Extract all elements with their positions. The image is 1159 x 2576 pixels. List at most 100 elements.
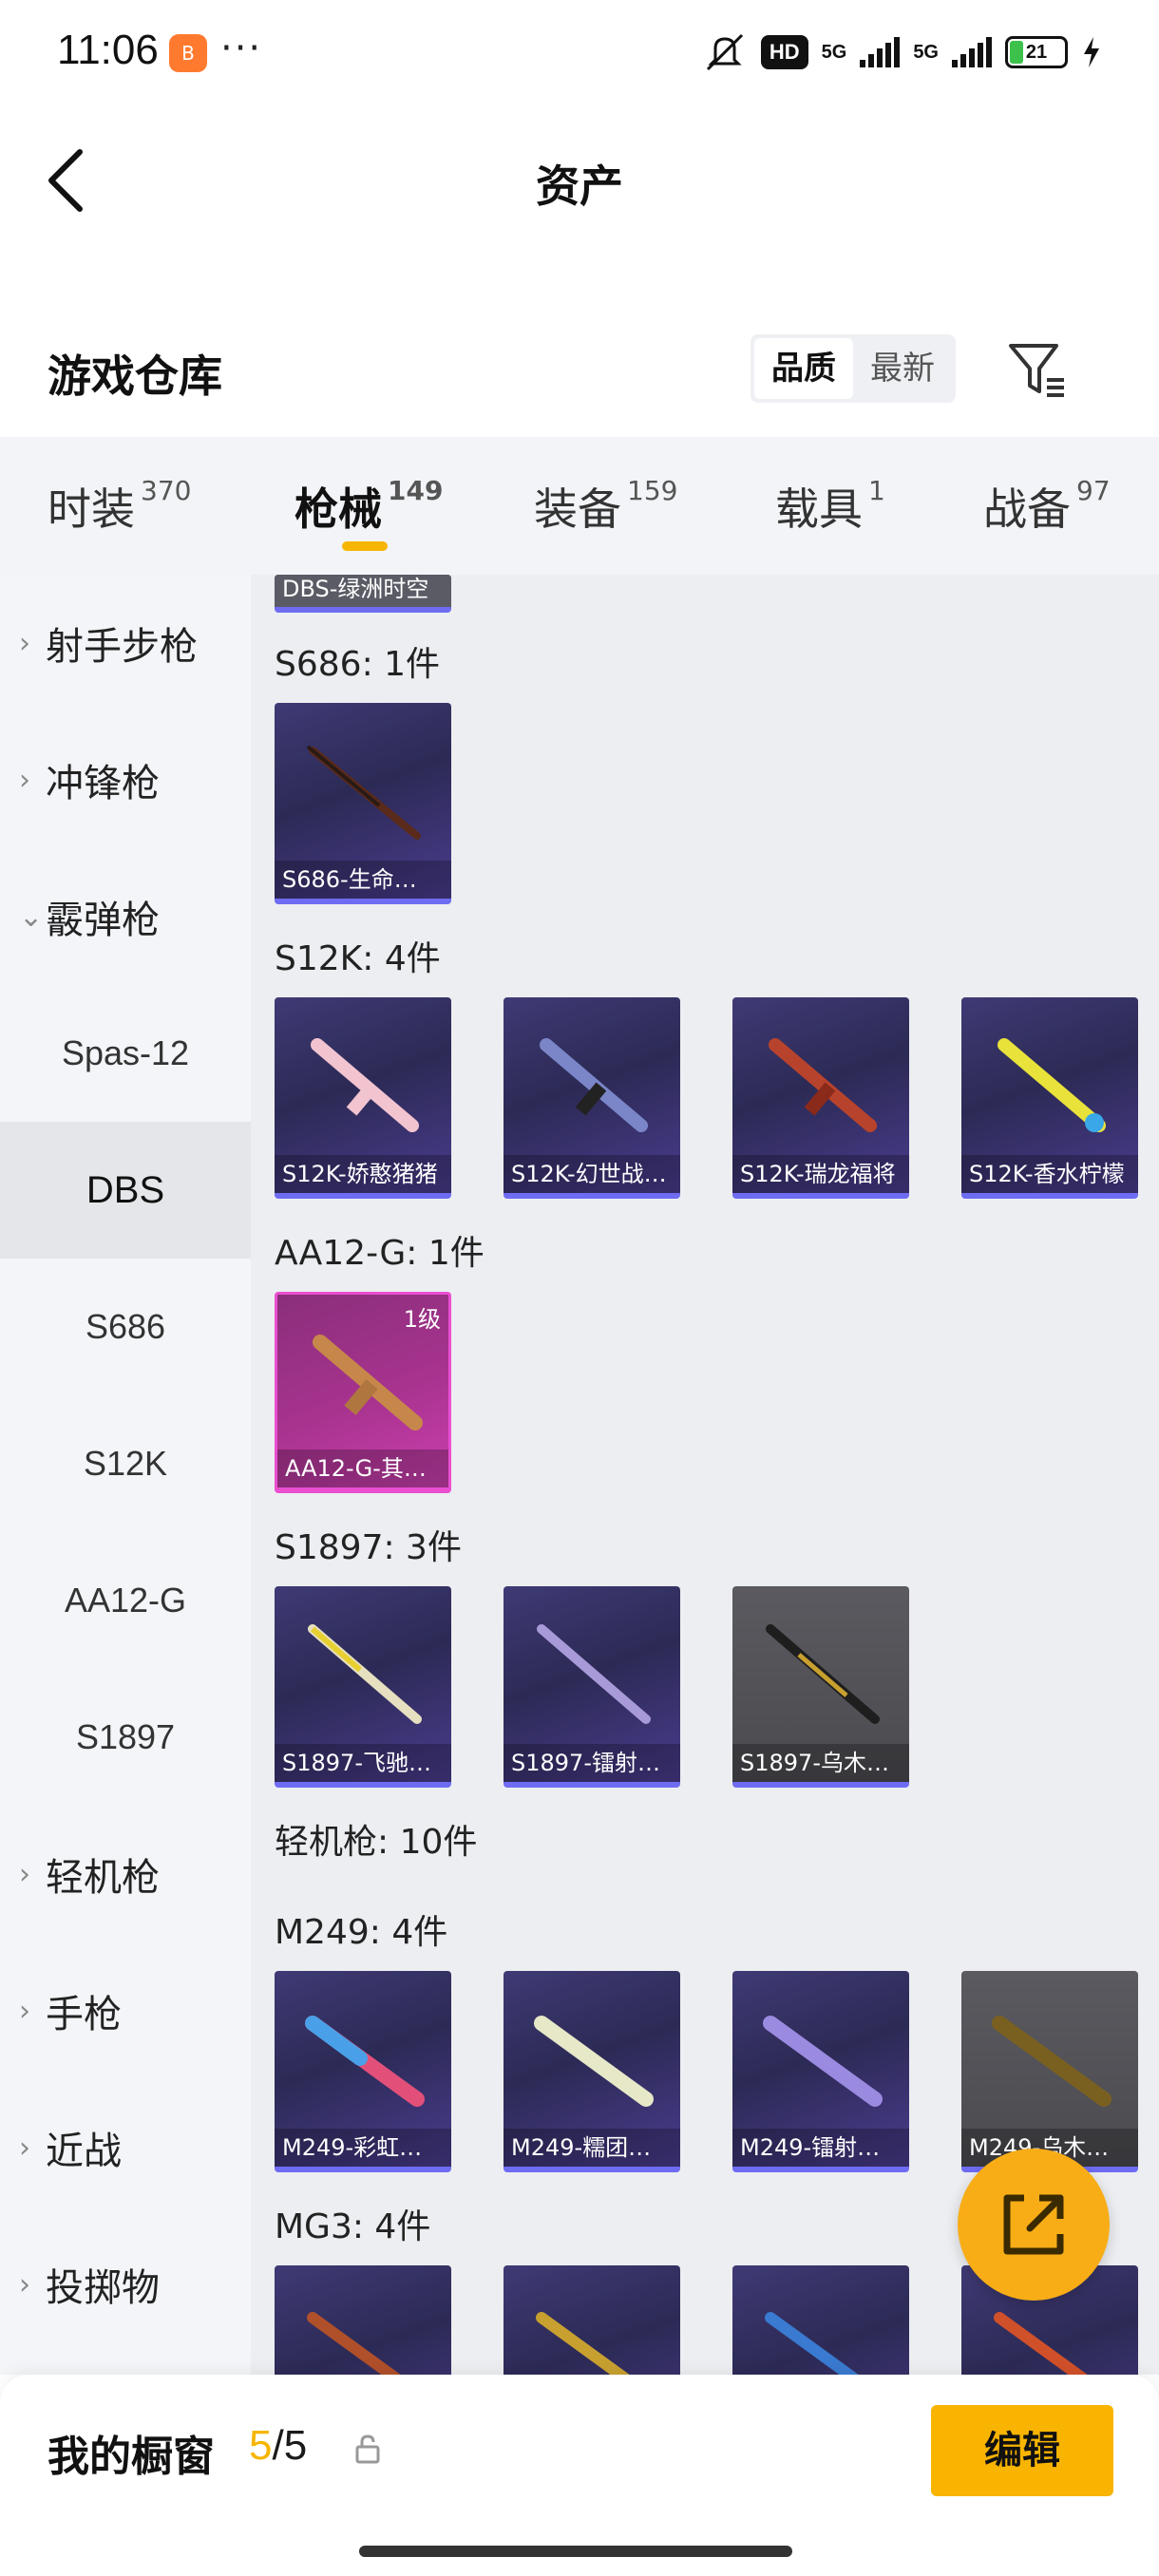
group-label: MG3: 4件 [275,2207,431,2246]
share-fab-button[interactable] [958,2149,1110,2301]
charging-icon [1084,37,1099,67]
weapon-card-name: S1897-镭射… [504,1744,680,1782]
sidebar-item-label: S686 [85,1307,166,1346]
shotgun-icon [537,1624,651,1724]
sidebar-subitem-dbs[interactable]: DBS [0,1122,251,1259]
tab-fashion[interactable]: 时装 370 [48,475,191,538]
weapon-card-name: S12K-幻世战… [504,1155,680,1193]
page-title: 资产 [536,161,623,212]
chevron-right-icon: › [19,2267,30,2301]
sidebar-item-label: 手枪 [46,1993,122,2036]
tab-firearms[interactable]: 枪械 149 [294,475,443,538]
machine-gun-icon [307,2312,401,2375]
edit-button[interactable]: 编辑 [931,2405,1113,2496]
weapon-card[interactable]: M249-糯团… [504,1971,680,2172]
weapon-grid: DBS-绿洲时空 S686: 1件 S686-生命… S12K: 4件 S12K… [251,575,1159,2375]
weapon-card[interactable]: S1897-镭射… [504,1586,680,1788]
sidebar-item-melee[interactable]: › 近战 [0,2079,251,2216]
weapon-card[interactable]: S12K-幻世战… [504,997,680,1199]
weapon-card[interactable]: S12K-瑞龙福将 [732,997,909,1199]
weapon-card[interactable]: DBS-绿洲时空 [275,575,451,613]
weapon-card[interactable]: M249-镭射… [732,1971,909,2172]
tab-vehicles[interactable]: 载具 1 [775,475,885,538]
sort-by-newest[interactable]: 最新 [853,338,952,399]
sidebar-item-label: S1897 [75,1717,176,1756]
tab-label: 装备 [534,483,621,535]
weapon-card[interactable]: S686-生命… [275,703,451,904]
mute-icon [706,33,743,71]
shotgun-icon [306,745,421,840]
weapon-card[interactable]: M249-彩虹… [275,1971,451,2172]
weapon-card-name: S12K-瑞龙福将 [732,1155,909,1193]
showcase-total: /5 [272,2422,308,2469]
chevron-down-icon: ⌄ [19,900,44,934]
sidebar-item-label: 霰弹枪 [46,899,160,942]
app-root: 11:06 B ··· HD 5G 5G 21 资产 游戏仓库 品质 最新 时装… [0,0,1159,2576]
weapon-card-name: S12K-香水柠檬 [961,1155,1138,1193]
weapon-card[interactable] [504,2265,680,2375]
showcase-title: 我的橱窗 [48,2433,215,2481]
tab-label: 载具 [775,483,863,535]
weapon-card-name: M249-彩虹… [275,2129,451,2167]
weapon-card-name: AA12-G-其… [277,1449,448,1487]
weapon-card[interactable]: 1级 AA12-G-其… [275,1292,451,1493]
tab-equipment[interactable]: 装备 159 [534,475,677,538]
shotgun-icon [308,1624,422,1724]
sidebar-item-shotgun[interactable]: ⌄ 霰弹枪 [0,848,251,985]
weapon-card-name: DBS-绿洲时空 [275,575,451,607]
sidebar-item-pistol[interactable]: › 手枪 [0,1942,251,2079]
sidebar-subitem-s1897[interactable]: S1897 [0,1669,251,1806]
sort-toggle: 品质 最新 [750,334,956,403]
sidebar-subitem-s12k[interactable]: S12K [0,1395,251,1532]
weapon-card[interactable] [275,2265,451,2375]
sidebar-item-label: 近战 [46,2130,122,2173]
page-header: 资产 [0,104,1159,247]
group-label: S686: 1件 [275,645,441,684]
sidebar-item-marksman-rifle[interactable]: › 射手步枪 [0,575,251,711]
tab-combat-gear[interactable]: 战备 97 [983,475,1111,538]
weapon-card[interactable]: M249-乌木… [961,1971,1138,2172]
hd-voice-icon: HD [760,35,808,69]
share-external-icon [1003,2194,1064,2255]
lock-icon [355,2434,380,2464]
warehouse-title: 游戏仓库 [48,350,222,402]
showcase-current: 5 [249,2422,273,2469]
weapon-card-name: M249-镭射… [732,2129,909,2167]
more-notifications-icon: ··· [220,27,263,70]
sidebar-item-throwable[interactable]: › 投掷物 [0,2216,251,2353]
group-label: AA12-G: 1件 [275,1234,484,1273]
sidebar-item-label: 投掷物 [46,2266,160,2310]
network-type-2: 5G [913,41,939,63]
weapon-card[interactable]: S1897-飞驰… [275,1586,451,1788]
sort-by-quality[interactable]: 品质 [754,338,853,399]
status-bar: 11:06 B ··· HD 5G 5G 21 [0,0,1159,104]
sidebar-item-label: AA12-G [64,1581,187,1619]
chevron-right-icon: › [19,2131,30,2165]
weapon-card[interactable]: S1897-乌木… [732,1586,909,1788]
weapon-card-name: S12K-娇憨猪猪 [275,1155,451,1193]
weapon-card[interactable]: S12K-娇憨猪猪 [275,997,451,1199]
tab-count: 149 [388,475,444,506]
weapon-card-name: S1897-乌木… [732,1744,909,1782]
sidebar-item-smg[interactable]: › 冲锋枪 [0,711,251,848]
machine-gun-icon [536,2312,630,2375]
machine-gun-icon [305,2016,425,2107]
sidebar-item-label: 轻机枪 [46,1856,160,1900]
machine-gun-icon [763,2016,883,2107]
sidebar-subitem-s686[interactable]: S686 [0,1259,251,1395]
group-label: M249: 4件 [275,1913,448,1952]
sidebar-item-label: 射手步枪 [46,625,198,669]
home-indicator [359,2546,792,2557]
sidebar-subitem-spas12[interactable]: Spas-12 [0,985,251,1122]
group-label: 轻机枪: 10件 [275,1823,478,1862]
notification-app-icon: B [169,34,207,72]
filter-icon[interactable] [1005,338,1070,403]
sidebar-item-lmg[interactable]: › 轻机枪 [0,1806,251,1942]
chevron-right-icon: › [19,626,30,660]
weapon-card[interactable] [732,2265,909,2375]
weapon-card[interactable]: S12K-香水柠檬 [961,997,1138,1199]
sidebar-subitem-aa12g[interactable]: AA12-G [0,1532,251,1669]
rifle-icon [998,1038,1106,1132]
signal-bars-1-icon [860,37,901,67]
showcase-count: 5/5 [249,2422,307,2470]
